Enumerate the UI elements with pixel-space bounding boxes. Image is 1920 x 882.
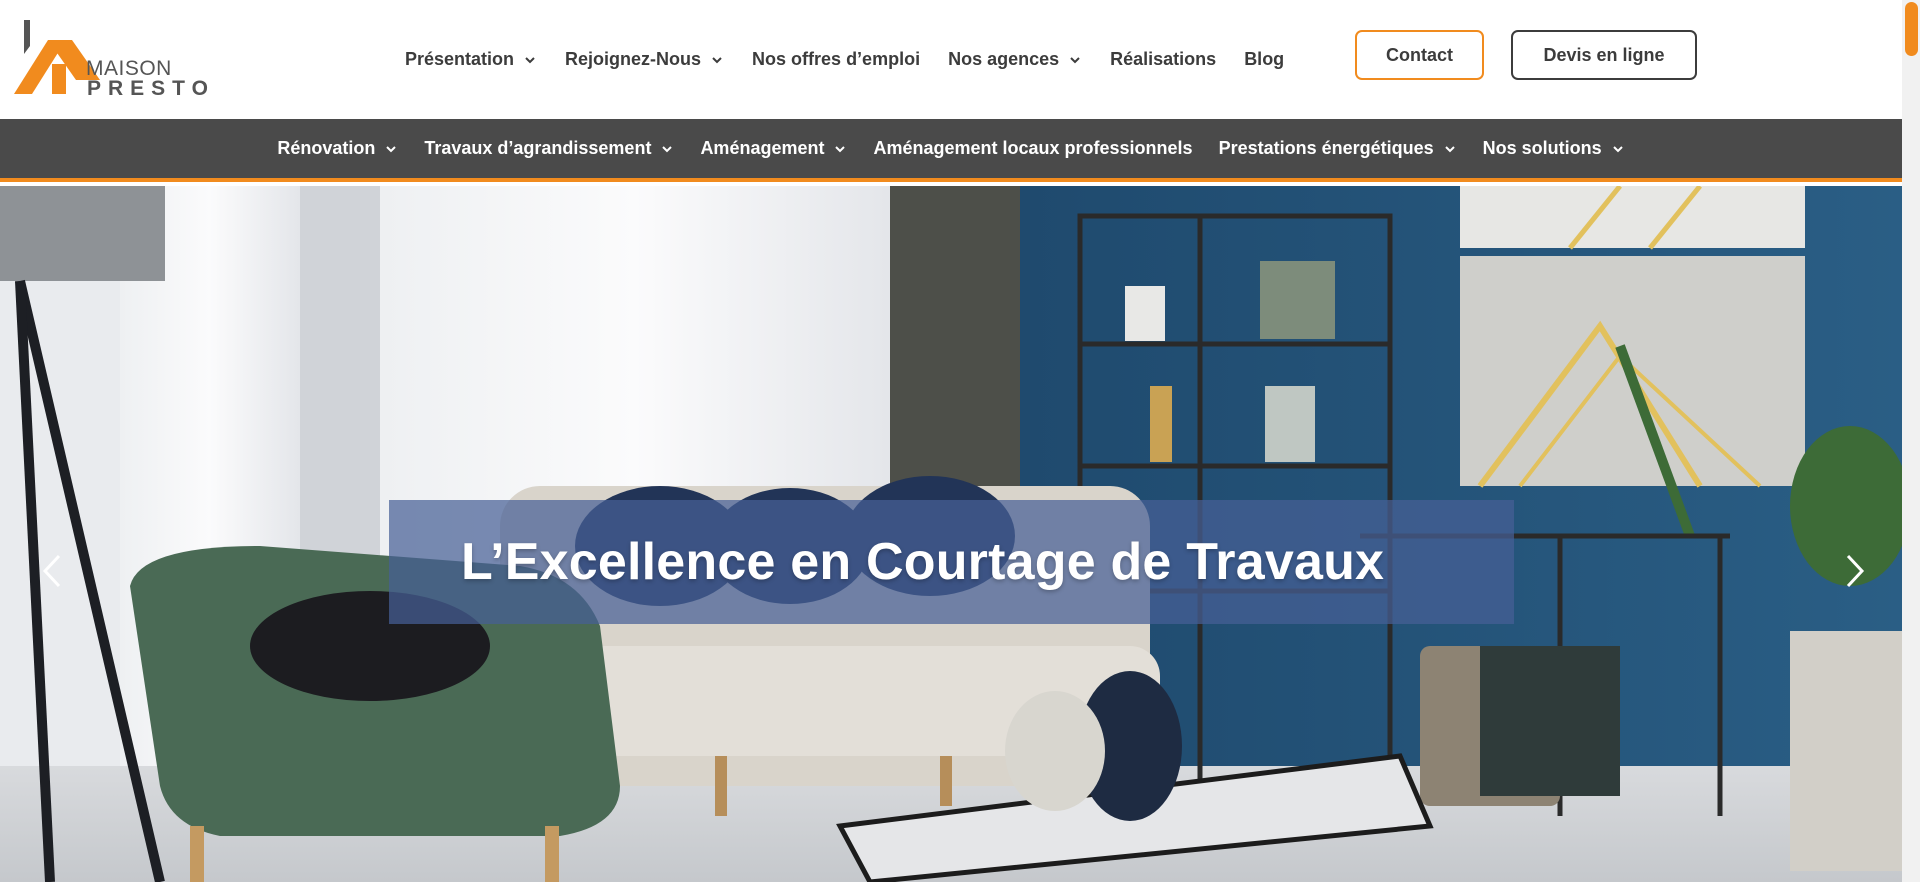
subnav-label: Prestations énergétiques <box>1218 138 1434 158</box>
nav-presentation[interactable]: Présentation <box>405 49 537 70</box>
subnav-prestations-energetiques[interactable]: Prestations énergétiques <box>1219 138 1457 159</box>
chevron-down-icon <box>1612 145 1623 152</box>
chevron-left-icon <box>42 554 61 588</box>
nav-realisations[interactable]: Réalisations <box>1110 49 1216 70</box>
slider-next-button[interactable] <box>1835 546 1875 596</box>
maison-presto-logo[interactable]: MAISON PRESTO <box>14 20 208 100</box>
subnav-label: Nos solutions <box>1482 138 1602 158</box>
logo-word-maison: MAISON <box>86 57 172 80</box>
hero-title-banner: L’Excellence en Courtage de Travaux <box>389 500 1514 624</box>
nav-label: Nos offres d’emploi <box>752 49 921 69</box>
nav-label: Présentation <box>405 49 515 69</box>
subnav-label: Aménagement <box>700 138 825 158</box>
nav-rejoignez-nous[interactable]: Rejoignez-Nous <box>565 49 724 70</box>
nav-label: Réalisations <box>1110 49 1217 69</box>
contact-button[interactable]: Contact <box>1355 30 1484 80</box>
site-header: MAISON PRESTO Présentation Rejoignez-Nou… <box>0 0 1902 119</box>
logo-word-presto: PRESTO <box>87 77 215 100</box>
hero-title: L’Excellence en Courtage de Travaux <box>461 533 1385 591</box>
subnav-amenagement[interactable]: Aménagement <box>700 138 847 159</box>
chevron-down-icon <box>662 145 673 152</box>
chevron-down-icon <box>1070 56 1080 63</box>
nav-label: Blog <box>1244 49 1285 69</box>
chevron-down-icon <box>1444 145 1455 152</box>
main-navigation: Présentation Rejoignez-Nous Nos offres d… <box>405 0 1312 119</box>
nav-label: Rejoignez-Nous <box>565 49 702 69</box>
nav-offres-emploi[interactable]: Nos offres d’emploi <box>752 49 920 70</box>
chevron-down-icon <box>525 56 535 63</box>
subnav-label: Travaux d’agrandissement <box>424 138 652 158</box>
chevron-down-icon <box>835 145 846 152</box>
subnav-amenagement-locaux-pro[interactable]: Aménagement locaux professionnels <box>873 138 1192 159</box>
hero-slider: L’Excellence en Courtage de Travaux <box>0 186 1902 882</box>
scrollbar-thumb[interactable] <box>1905 2 1918 56</box>
chevron-right-icon <box>1846 554 1865 588</box>
nav-nos-agences[interactable]: Nos agences <box>948 49 1082 70</box>
chevron-down-icon <box>386 145 397 152</box>
devis-en-ligne-button[interactable]: Devis en ligne <box>1511 30 1697 80</box>
nav-blog[interactable]: Blog <box>1244 49 1284 70</box>
services-navigation: Rénovation Travaux d’agrandissement Amén… <box>0 119 1902 182</box>
subnav-renovation[interactable]: Rénovation <box>277 138 398 159</box>
subnav-nos-solutions[interactable]: Nos solutions <box>1483 138 1625 159</box>
chevron-down-icon <box>712 56 722 63</box>
page-scrollbar[interactable] <box>1902 0 1920 882</box>
nav-label: Nos agences <box>948 49 1060 69</box>
slider-prev-button[interactable] <box>32 546 72 596</box>
subnav-travaux-agrandissement[interactable]: Travaux d’agrandissement <box>424 138 674 159</box>
subnav-label: Rénovation <box>277 138 376 158</box>
subnav-label: Aménagement locaux professionnels <box>873 138 1193 158</box>
